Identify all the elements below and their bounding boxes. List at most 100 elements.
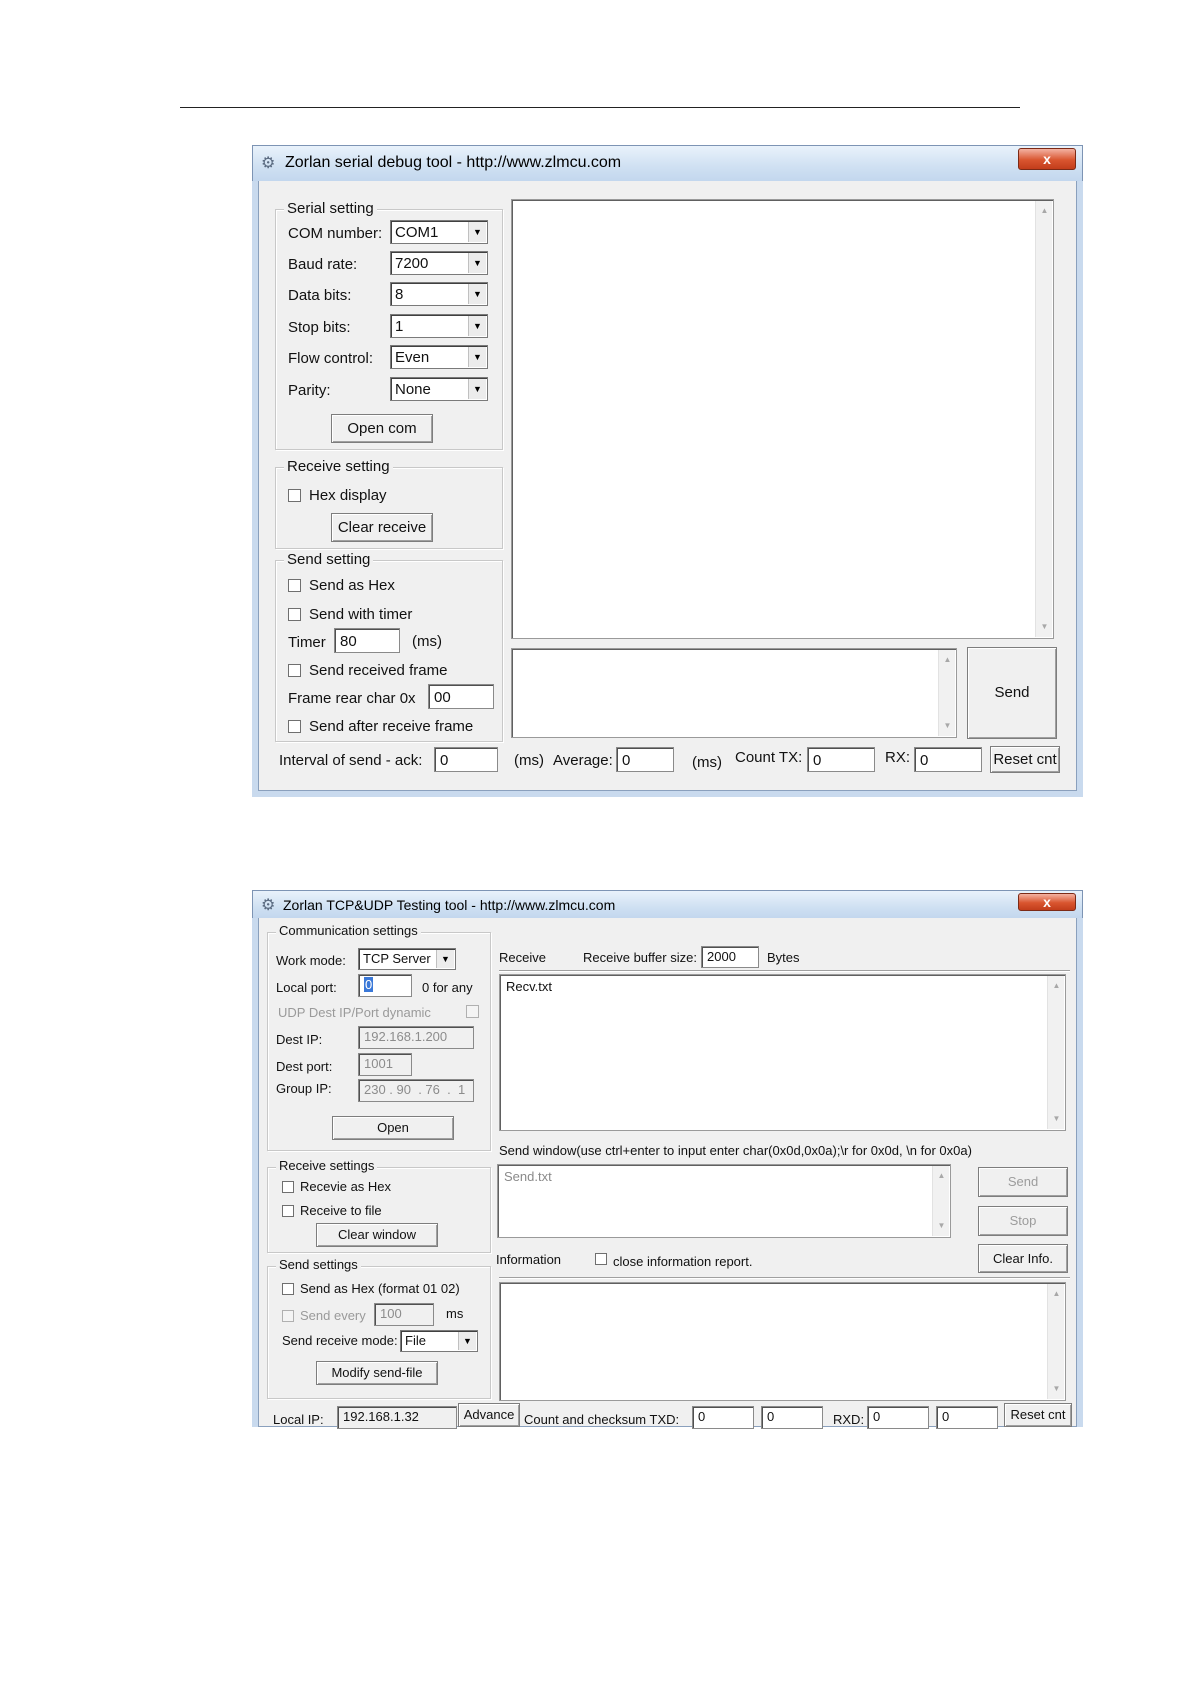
local-port-input[interactable]: 0 — [358, 974, 412, 997]
chevron-down-icon[interactable]: ▼ — [458, 1332, 476, 1350]
close-report-checkbox[interactable] — [595, 1253, 607, 1265]
stop-bits-select[interactable]: 1 ▼ — [390, 314, 488, 338]
group-ip-input[interactable]: 230 . 90 . 76 . 1 — [358, 1079, 474, 1102]
chevron-down-icon[interactable]: ▼ — [468, 284, 486, 304]
chevron-down-icon[interactable]: ▼ — [468, 253, 486, 273]
send-every-checkbox[interactable] — [282, 1310, 294, 1322]
scroll-down-icon[interactable]: ▼ — [1036, 619, 1053, 635]
close-button[interactable]: x — [1018, 148, 1076, 170]
work-mode-select[interactable]: TCP Server ▼ — [358, 948, 456, 970]
scroll-down-icon[interactable]: ▼ — [1048, 1111, 1065, 1127]
receive-as-hex-checkbox[interactable] — [282, 1181, 294, 1193]
close-button[interactable]: x — [1018, 893, 1076, 911]
dest-port-label: Dest port: — [276, 1059, 333, 1074]
chevron-down-icon[interactable]: ▼ — [468, 347, 486, 367]
open-com-button[interactable]: Open com — [331, 414, 433, 443]
input-value: 2000 — [707, 949, 736, 964]
send-every-input[interactable]: 100 — [374, 1303, 434, 1326]
open-button[interactable]: Open — [332, 1116, 454, 1140]
send-as-hex-label: Send as Hex — [309, 577, 395, 594]
scroll-down-icon[interactable]: ▼ — [933, 1218, 950, 1234]
select-value: 7200 — [395, 255, 429, 272]
scroll-up-icon[interactable]: ▲ — [939, 652, 956, 668]
receive-separator — [499, 970, 1070, 972]
information-area[interactable]: ▲ ▼ — [499, 1282, 1066, 1401]
send-with-timer-checkbox[interactable] — [288, 608, 301, 621]
chevron-down-icon[interactable]: ▼ — [436, 950, 454, 968]
value-text: 192.168.1.32 — [343, 1409, 419, 1424]
send-after-receive-checkbox[interactable] — [288, 720, 301, 733]
timer-unit: (ms) — [412, 633, 442, 650]
chevron-down-icon[interactable]: ▼ — [468, 316, 486, 336]
flow-control-select[interactable]: Even ▼ — [390, 345, 488, 369]
clear-receive-button[interactable]: Clear receive — [331, 513, 433, 542]
vertical-scrollbar[interactable]: ▲ ▼ — [932, 1166, 949, 1236]
receive-display-area[interactable]: Recv.txt ▲ ▼ — [499, 974, 1066, 1131]
receive-to-file-checkbox[interactable] — [282, 1205, 294, 1217]
scroll-down-icon[interactable]: ▼ — [939, 718, 956, 734]
txd-count: 0 — [692, 1406, 754, 1429]
send-received-frame-checkbox[interactable] — [288, 664, 301, 677]
receive-display-area[interactable]: ▲ ▼ — [511, 199, 1054, 639]
txd-checksum: 0 — [761, 1406, 823, 1429]
send-every-unit: ms — [446, 1306, 464, 1321]
scroll-up-icon[interactable]: ▲ — [933, 1168, 950, 1184]
send-with-timer-label: Send with timer — [309, 606, 413, 623]
dest-ip-input[interactable]: 192.168.1.200 — [358, 1026, 474, 1049]
data-bits-select[interactable]: 8 ▼ — [390, 282, 488, 306]
stop-button[interactable]: Stop — [978, 1206, 1068, 1236]
vertical-scrollbar[interactable]: ▲ ▼ — [938, 650, 955, 736]
close-icon: x — [1043, 894, 1051, 910]
count-tx-label: Count TX: — [735, 749, 803, 766]
buffer-size-input[interactable]: 2000 — [701, 946, 759, 968]
data-bits-label: Data bits: — [288, 287, 352, 304]
vertical-scrollbar[interactable]: ▲ ▼ — [1047, 1284, 1064, 1399]
tcp-client-area: Communication settings Work mode: TCP Se… — [258, 918, 1077, 1429]
udp-dynamic-checkbox[interactable] — [466, 1005, 479, 1018]
com-number-select[interactable]: COM1 ▼ — [390, 220, 488, 244]
hex-display-checkbox[interactable] — [288, 489, 301, 502]
frame-rear-input[interactable]: 00 — [428, 684, 494, 709]
select-value: COM1 — [395, 224, 439, 241]
send-input-area[interactable]: Send.txt ▲ ▼ — [497, 1164, 951, 1238]
baud-rate-select[interactable]: 7200 ▼ — [390, 251, 488, 275]
chevron-down-icon[interactable]: ▼ — [468, 379, 486, 399]
clear-window-button[interactable]: Clear window — [316, 1223, 438, 1247]
rxd-label: RXD: — [833, 1412, 865, 1427]
send-button[interactable]: Send — [978, 1167, 1068, 1197]
tcp-title-bar[interactable]: ⚙ Zorlan TCP&UDP Testing tool - http://w… — [252, 890, 1083, 918]
value-text: 0 — [813, 752, 822, 769]
window-frame-right — [1077, 181, 1083, 797]
clear-info-button[interactable]: Clear Info. — [978, 1244, 1068, 1273]
send-as-hex-checkbox[interactable] — [288, 579, 301, 592]
modify-send-file-button[interactable]: Modify send-file — [316, 1361, 438, 1385]
info-separator — [499, 1277, 1070, 1279]
serial-title-bar[interactable]: ⚙ Zorlan serial debug tool - http://www.… — [252, 145, 1083, 181]
receive-setting-group: Receive setting Hex display Clear receiv… — [275, 458, 503, 549]
reset-count-button[interactable]: Reset cnt — [990, 746, 1060, 773]
input-value: 1001 — [364, 1056, 393, 1071]
advance-button[interactable]: Advance — [458, 1403, 520, 1427]
send-button[interactable]: Send — [967, 647, 1057, 739]
send-mode-select[interactable]: File ▼ — [400, 1330, 478, 1352]
send-input-area[interactable]: ▲ ▼ — [511, 648, 957, 738]
send-as-hex-checkbox[interactable] — [282, 1283, 294, 1295]
dest-port-input[interactable]: 1001 — [358, 1053, 412, 1076]
timer-label: Timer — [288, 634, 326, 651]
parity-select[interactable]: None ▼ — [390, 377, 488, 401]
scroll-up-icon[interactable]: ▲ — [1036, 203, 1053, 219]
information-label: Information — [496, 1252, 562, 1267]
scroll-up-icon[interactable]: ▲ — [1048, 1286, 1065, 1302]
serial-client-area: Serial setting COM number: COM1 ▼ Baud ra… — [258, 181, 1077, 791]
input-value: 100 — [380, 1306, 402, 1321]
scroll-down-icon[interactable]: ▼ — [1048, 1381, 1065, 1397]
send-settings-group: Send settings Send as Hex (format 01 02)… — [267, 1257, 491, 1399]
chevron-down-icon[interactable]: ▼ — [468, 222, 486, 242]
reset-count-button[interactable]: Reset cnt — [1004, 1403, 1072, 1427]
vertical-scrollbar[interactable]: ▲ ▼ — [1047, 976, 1064, 1129]
send-window-label: Send window(use ctrl+enter to input ente… — [499, 1143, 972, 1158]
vertical-scrollbar[interactable]: ▲ ▼ — [1035, 201, 1052, 637]
scroll-up-icon[interactable]: ▲ — [1048, 978, 1065, 994]
local-port-label: Local port: — [276, 980, 337, 995]
timer-input[interactable]: 80 — [334, 628, 400, 653]
